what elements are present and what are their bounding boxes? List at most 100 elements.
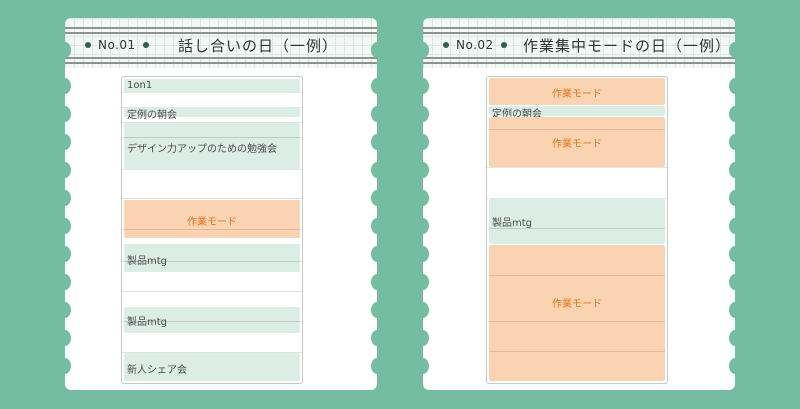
edge-notch	[417, 358, 429, 374]
edge-notch	[729, 246, 741, 262]
edge-notch	[729, 218, 741, 234]
event-divider	[124, 229, 300, 230]
bullet-dot-icon	[443, 42, 449, 48]
event-block-work[interactable]: 作業モード	[489, 78, 665, 105]
edge-notch	[59, 78, 71, 94]
event-label: 作業モード	[552, 299, 602, 310]
event-divider	[489, 129, 665, 130]
edge-notch	[371, 42, 383, 58]
card-number-label: No.02	[456, 38, 494, 52]
event-label: 作業モード	[552, 89, 602, 100]
event-divider	[489, 321, 665, 322]
edge-notch	[371, 162, 383, 178]
event-label: 1on1	[127, 80, 153, 91]
header-rule	[423, 27, 735, 29]
event-label: 製品mtg	[127, 256, 168, 267]
event-block-meeting[interactable]: 製品mtg	[489, 198, 665, 244]
edge-notch	[59, 106, 71, 122]
event-divider	[124, 137, 300, 138]
edge-notch	[371, 106, 383, 122]
edge-notch	[729, 190, 741, 206]
header-rule	[423, 57, 735, 59]
event-block-meeting[interactable]: 製品mtg	[124, 307, 300, 333]
edge-notch	[371, 246, 383, 262]
event-block-meeting[interactable]: 製品mtg	[124, 244, 300, 272]
timeline-gridline	[122, 291, 302, 292]
schedule-card-focus-day: No.02 作業集中モードの日（一例） 作業モード 定例の朝会 作業モード 製品…	[417, 18, 741, 390]
event-label: 定例の朝会	[127, 110, 177, 121]
event-label: 製品mtg	[492, 218, 533, 229]
event-label: 製品mtg	[127, 317, 168, 328]
edge-notch	[417, 274, 429, 290]
event-block-meeting[interactable]: 定例の朝会	[124, 107, 300, 121]
edge-notch	[729, 330, 741, 346]
event-block-meeting[interactable]: 定例の朝会	[489, 106, 665, 120]
card-number: No.02	[443, 38, 507, 52]
bullet-dot-icon	[142, 42, 149, 48]
event-divider	[489, 351, 665, 352]
event-block-meeting[interactable]: 新人シェア会	[124, 353, 300, 381]
edge-notch	[729, 106, 741, 122]
edge-notch	[729, 42, 741, 58]
edge-notch	[59, 162, 71, 178]
edge-notch	[417, 106, 429, 122]
edge-notch	[729, 162, 741, 178]
bullet-dot-icon	[85, 42, 91, 48]
timeline-gridline	[122, 198, 302, 199]
edge-notch	[417, 218, 429, 234]
card-number: No.01	[85, 38, 149, 52]
header-rule	[65, 32, 377, 34]
timeline-gridline	[122, 169, 302, 170]
edge-notch	[729, 78, 741, 94]
edge-notch	[371, 190, 383, 206]
event-block-work[interactable]: 作業モード	[489, 245, 665, 381]
edge-notch	[59, 330, 71, 346]
event-divider	[489, 275, 665, 276]
edge-notch	[59, 246, 71, 262]
edge-notch	[371, 218, 383, 234]
edge-notch	[729, 274, 741, 290]
edge-notch	[417, 162, 429, 178]
event-block-work[interactable]: 作業モード	[124, 200, 300, 238]
edge-notch	[59, 358, 71, 374]
edge-notch	[371, 274, 383, 290]
card-title: 話し合いの日（一例）	[178, 37, 339, 55]
card-title: 作業集中モードの日（一例）	[523, 37, 732, 55]
edge-notch	[729, 358, 741, 374]
edge-notch	[59, 42, 71, 58]
edge-notch	[417, 78, 429, 94]
header-rule	[65, 57, 377, 59]
edge-notch	[729, 134, 741, 150]
edge-notch	[371, 78, 383, 94]
schedule-card-talk-day: No.01 話し合いの日（一例） 1on1 定例の朝会 デザイン力アップのための…	[59, 18, 383, 390]
edge-notch	[59, 302, 71, 318]
edge-notch	[371, 358, 383, 374]
edge-notch	[417, 330, 429, 346]
event-label: 作業モード	[187, 217, 237, 228]
timeline-gridline	[487, 167, 667, 168]
event-block-meeting[interactable]: デザイン力アップのための勉強会	[124, 123, 300, 169]
edge-notch	[417, 190, 429, 206]
card-header: No.02 作業集中モードの日（一例）	[423, 18, 735, 68]
edge-notch	[371, 330, 383, 346]
edge-notch	[417, 42, 429, 58]
header-rule	[423, 32, 735, 34]
edge-notch	[417, 302, 429, 318]
edge-notch	[417, 246, 429, 262]
bullet-dot-icon	[500, 42, 507, 48]
event-block-meeting[interactable]: 1on1	[124, 79, 300, 93]
event-label: 作業モード	[552, 139, 602, 150]
day-timeline: 1on1 定例の朝会 デザイン力アップのための勉強会 作業モード 製品mtg 製…	[121, 76, 303, 384]
edge-notch	[59, 274, 71, 290]
edge-notch	[59, 218, 71, 234]
event-label: デザイン力アップのための勉強会	[127, 144, 277, 155]
edge-notch	[59, 190, 71, 206]
day-timeline: 作業モード 定例の朝会 作業モード 製品mtg 作業モード	[486, 76, 668, 384]
card-header: No.01 話し合いの日（一例）	[65, 18, 377, 68]
event-block-work[interactable]: 作業モード	[489, 117, 665, 167]
header-rule	[65, 62, 377, 64]
header-rule	[65, 27, 377, 29]
event-label: 新人シェア会	[127, 365, 187, 376]
edge-notch	[729, 302, 741, 318]
edge-notch	[371, 302, 383, 318]
